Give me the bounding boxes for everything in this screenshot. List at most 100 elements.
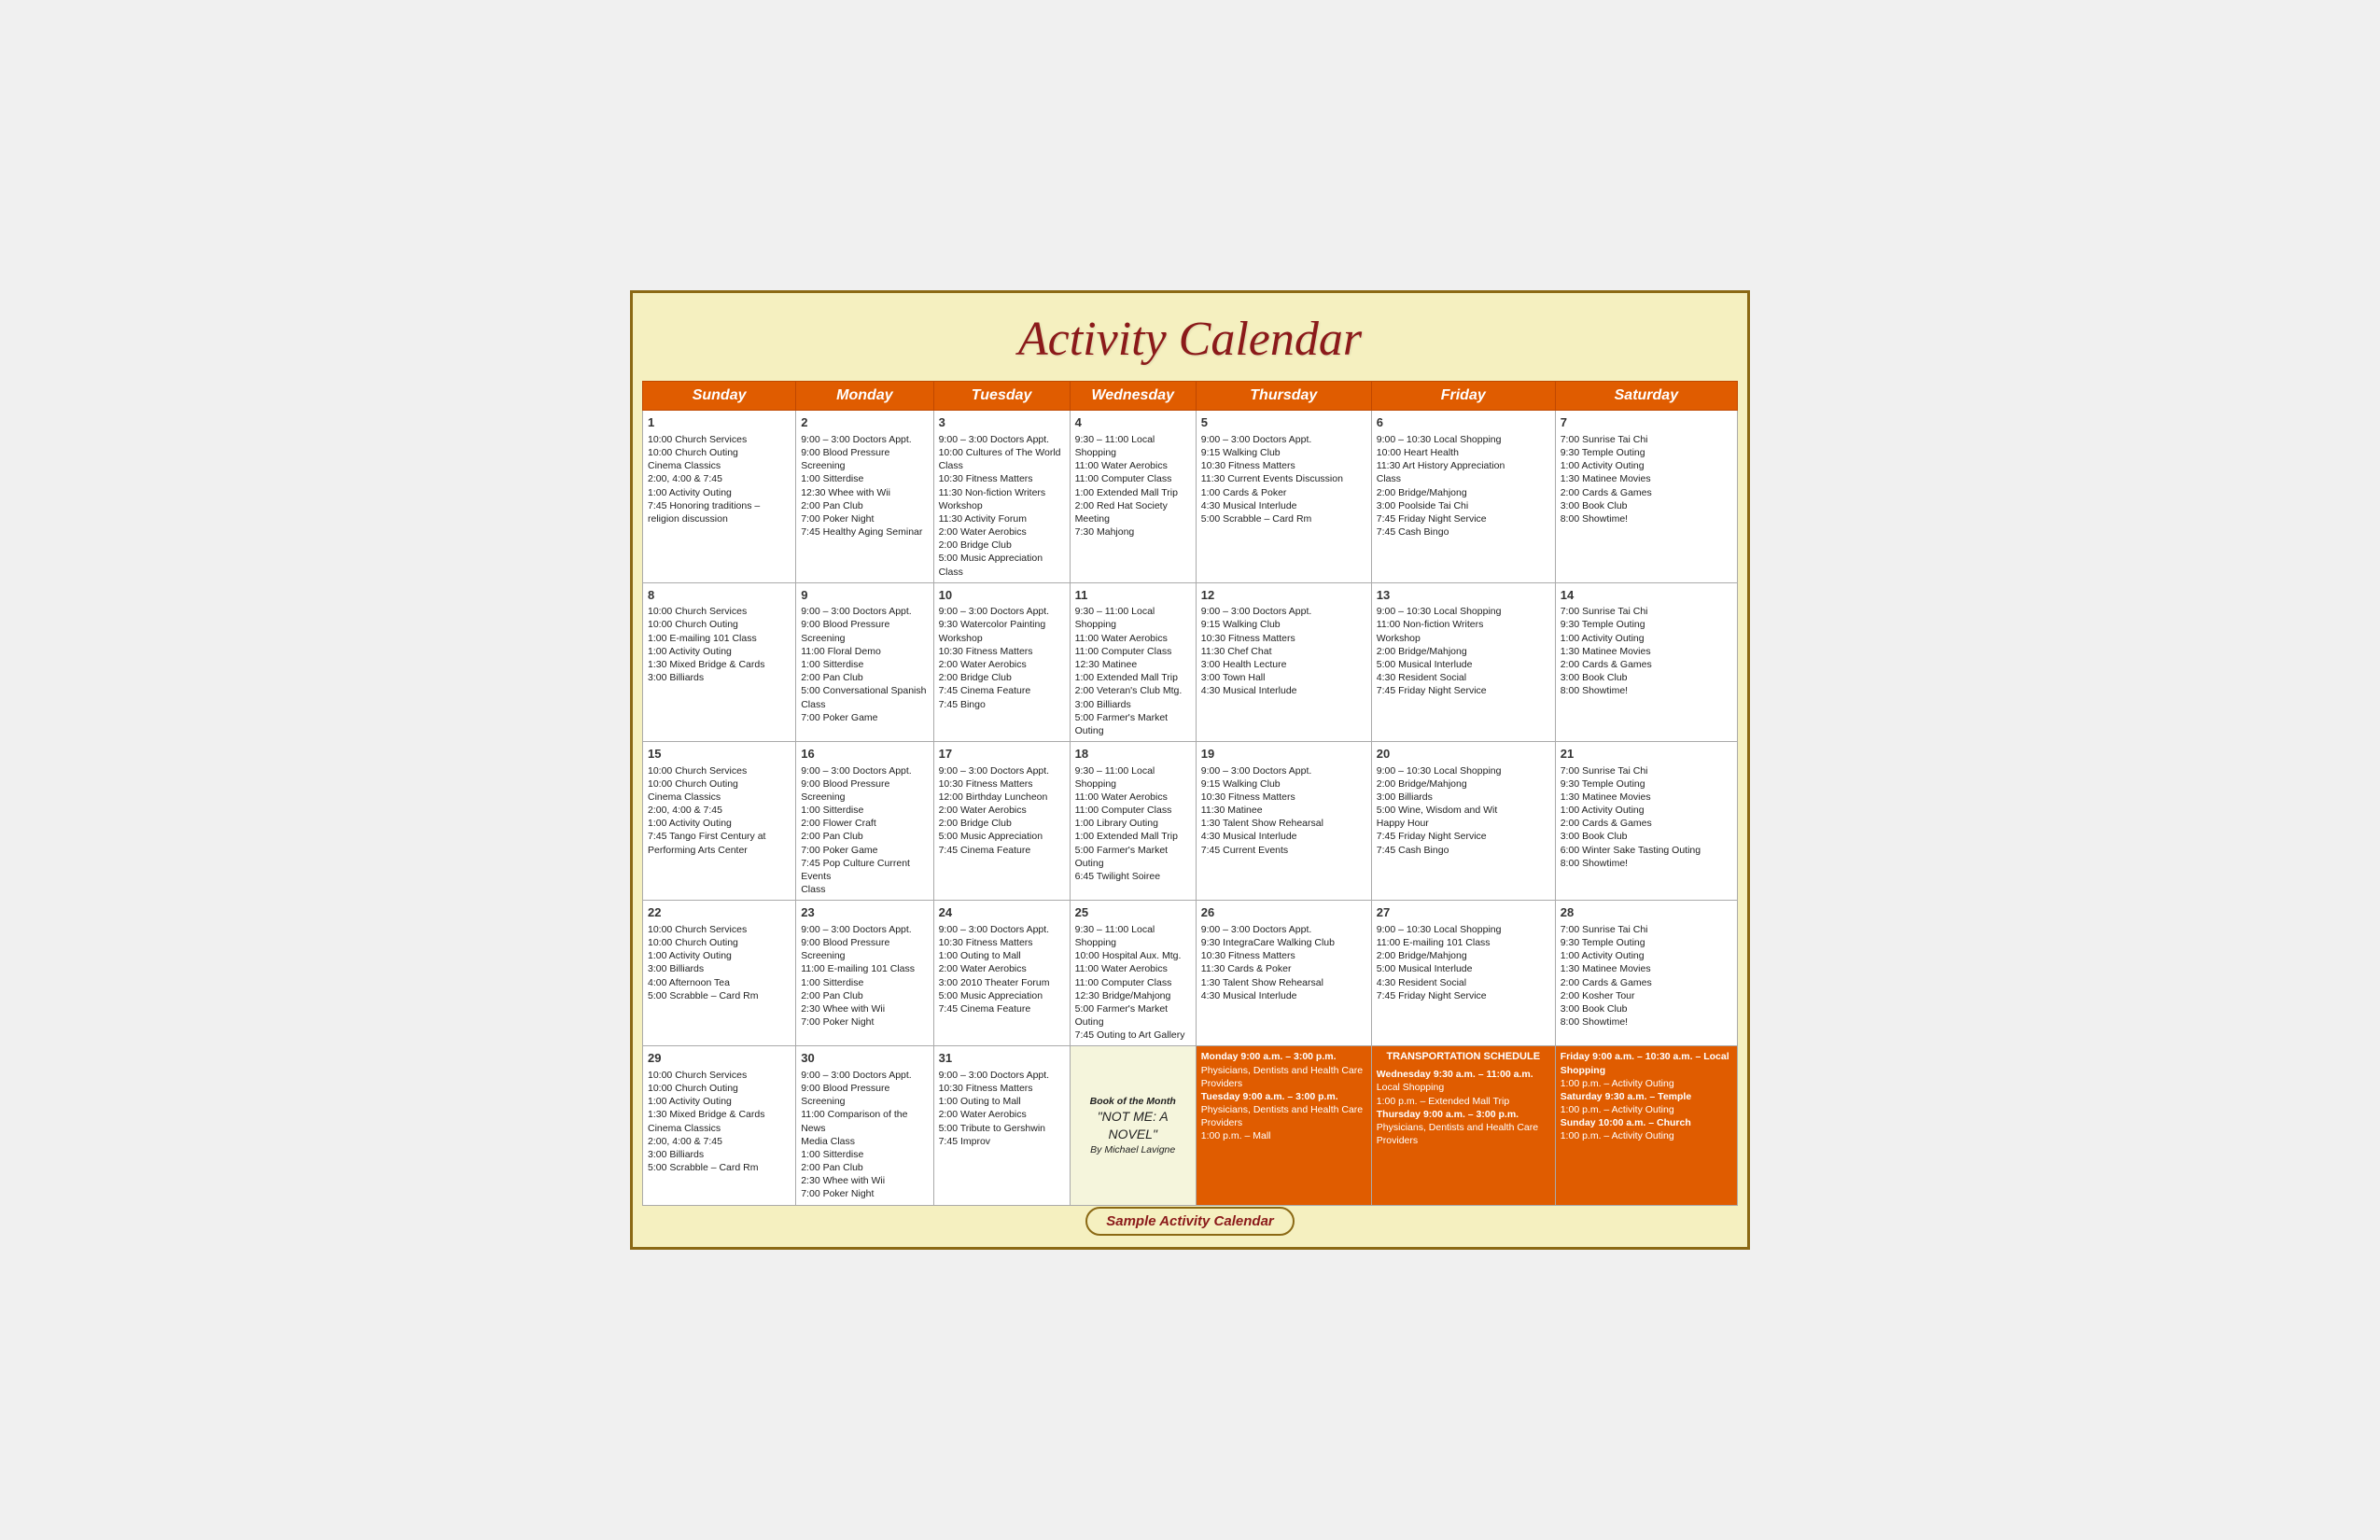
calendar-event: 11:30 Cards & Poker	[1201, 962, 1366, 975]
calendar-event: 9:00 – 10:30 Local Shopping	[1377, 605, 1550, 618]
calendar-event: 5:00 Music Appreciation	[939, 989, 1065, 1002]
calendar-event: 7:00 Poker Game	[801, 844, 928, 857]
calendar-event: 4:30 Musical Interlude	[1201, 684, 1366, 697]
calendar-cell: 269:00 – 3:00 Doctors Appt.9:30 IntegraC…	[1196, 901, 1371, 1046]
day-number: 5	[1201, 414, 1366, 431]
calendar-event: 1:00 Activity Outing	[1561, 632, 1732, 645]
calendar-event: 11:00 Comparison of the News	[801, 1108, 928, 1134]
calendar-event: 7:45 Pop Culture Current Events	[801, 857, 928, 883]
calendar-event: 10:00 Church Outing	[648, 777, 791, 791]
calendar-event: 9:00 – 10:30 Local Shopping	[1377, 923, 1550, 936]
calendar-event: 2:00 Cards & Games	[1561, 817, 1732, 830]
calendar-event: 11:00 Non-fiction Writers	[1377, 618, 1550, 631]
header-day-tuesday: Tuesday	[933, 382, 1070, 411]
calendar-event: Class	[801, 883, 928, 896]
calendar-cell: 249:00 – 3:00 Doctors Appt.10:30 Fitness…	[933, 901, 1070, 1046]
transport-event: 1:00 p.m. – Activity Outing	[1561, 1103, 1732, 1116]
calendar-cell: 189:30 – 11:00 Local Shopping11:00 Water…	[1070, 742, 1196, 901]
calendar-event: Happy Hour	[1377, 817, 1550, 830]
day-number: 20	[1377, 746, 1550, 763]
calendar-event: 2:00 Cards & Games	[1561, 976, 1732, 989]
calendar-cell: 2910:00 Church Services10:00 Church Outi…	[643, 1046, 796, 1205]
header-day-friday: Friday	[1371, 382, 1555, 411]
calendar-event: 7:00 Sunrise Tai Chi	[1561, 764, 1732, 777]
transport-event: Tuesday 9:00 a.m. – 3:00 p.m.	[1201, 1090, 1366, 1103]
calendar-event: 9:00 – 3:00 Doctors Appt.	[801, 433, 928, 446]
calendar-event: 5:00 Wine, Wisdom and Wit	[1377, 804, 1550, 817]
calendar-event: 10:00 Church Services	[648, 1069, 791, 1082]
calendar-event: 9:15 Walking Club	[1201, 618, 1366, 631]
calendar-event: 10:00 Church Services	[648, 433, 791, 446]
calendar-event: 9:30 Temple Outing	[1561, 777, 1732, 791]
calendar-event: 10:00 Hospital Aux. Mtg.	[1075, 949, 1191, 962]
day-number: 24	[939, 904, 1065, 921]
calendar-event: 9:30 IntegraCare Walking Club	[1201, 936, 1366, 949]
calendar-event: 9:30 Watercolor Painting	[939, 618, 1065, 631]
calendar-cell: 169:00 – 3:00 Doctors Appt.9:00 Blood Pr…	[796, 742, 933, 901]
day-number: 19	[1201, 746, 1366, 763]
header-day-sunday: Sunday	[643, 382, 796, 411]
calendar-event: 2:00 Pan Club	[801, 499, 928, 512]
transport-event: Sunday 10:00 a.m. – Church	[1561, 1116, 1732, 1129]
calendar-event: 9:00 – 3:00 Doctors Appt.	[801, 764, 928, 777]
calendar-event: 3:00 Book Club	[1561, 1002, 1732, 1015]
calendar-event: 5:00 Musical Interlude	[1377, 658, 1550, 671]
calendar-event: 11:00 Computer Class	[1075, 804, 1191, 817]
calendar-event: 9:00 – 3:00 Doctors Appt.	[1201, 923, 1366, 936]
calendar-event: 11:00 E-mailing 101 Class	[1377, 936, 1550, 949]
calendar-event: 9:00 – 3:00 Doctors Appt.	[939, 1069, 1065, 1082]
day-number: 21	[1561, 746, 1732, 763]
calendar-event: 9:30 – 11:00 Local Shopping	[1075, 433, 1191, 459]
calendar-event: 10:00 Heart Health	[1377, 446, 1550, 459]
calendar-event: 5:00 Tribute to Gershwin	[939, 1122, 1065, 1135]
calendar-event: 2:00 Pan Club	[801, 989, 928, 1002]
calendar-event: 10:00 Church Outing	[648, 618, 791, 631]
calendar-event: 2:30 Whee with Wii	[801, 1174, 928, 1187]
calendar-event: 7:45 Cinema Feature	[939, 1002, 1065, 1015]
calendar-cell: 217:00 Sunrise Tai Chi9:30 Temple Outing…	[1555, 742, 1737, 901]
calendar-event: 5:00 Farmer's Market Outing	[1075, 1002, 1191, 1029]
calendar-event: 4:30 Musical Interlude	[1201, 989, 1366, 1002]
calendar-event: 10:30 Fitness Matters	[1201, 949, 1366, 962]
calendar-cell: 29:00 – 3:00 Doctors Appt.9:00 Blood Pre…	[796, 411, 933, 582]
calendar-event: 7:45 Cinema Feature	[939, 844, 1065, 857]
calendar-event: 11:30 Current Events Discussion	[1201, 472, 1366, 485]
calendar-cell: 279:00 – 10:30 Local Shopping11:00 E-mai…	[1371, 901, 1555, 1046]
calendar-event: 5:00 Scrabble – Card Rm	[648, 1161, 791, 1174]
day-number: 12	[1201, 587, 1366, 604]
calendar-event: 2:00 Water Aerobics	[939, 804, 1065, 817]
calendar-event: 9:30 Temple Outing	[1561, 618, 1732, 631]
day-number: 17	[939, 746, 1065, 763]
calendar-event: 9:00 Blood Pressure Screening	[801, 1082, 928, 1108]
calendar-event: 1:30 Mixed Bridge & Cards	[648, 1108, 791, 1121]
calendar-event: 2:00 Kosher Tour	[1561, 989, 1732, 1002]
calendar-cell: Friday 9:00 a.m. – 10:30 a.m. – Local Sh…	[1555, 1046, 1737, 1205]
calendar-event: 1:00 Activity Outing	[648, 1095, 791, 1108]
calendar-cell: 287:00 Sunrise Tai Chi9:30 Temple Outing…	[1555, 901, 1737, 1046]
calendar-event: 1:30 Matinee Movies	[1561, 791, 1732, 804]
calendar-event: 11:00 Computer Class	[1075, 472, 1191, 485]
calendar-event: 12:30 Bridge/Mahjong	[1075, 989, 1191, 1002]
calendar-cell: 109:00 – 3:00 Doctors Appt.9:30 Watercol…	[933, 582, 1070, 741]
calendar-cell: 69:00 – 10:30 Local Shopping10:00 Heart …	[1371, 411, 1555, 582]
calendar-cell: 129:00 – 3:00 Doctors Appt.9:15 Walking …	[1196, 582, 1371, 741]
calendar-event: 5:00 Farmer's Market Outing	[1075, 711, 1191, 737]
calendar-event: Workshop	[1377, 632, 1550, 645]
header-day-monday: Monday	[796, 382, 933, 411]
calendar-event: religion discussion	[648, 512, 791, 525]
calendar-event: Cinema Classics	[648, 791, 791, 804]
calendar-event: 2:00 Bridge Club	[939, 817, 1065, 830]
calendar-event: 9:00 – 3:00 Doctors Appt.	[939, 923, 1065, 936]
calendar-event: 11:30 Activity Forum	[939, 512, 1065, 525]
calendar-event: 4:30 Resident Social	[1377, 671, 1550, 684]
day-number: 31	[939, 1050, 1065, 1067]
calendar-event: 2:00 Bridge/Mahjong	[1377, 645, 1550, 658]
footer-label: Sample Activity Calendar	[1085, 1207, 1295, 1236]
calendar-event: 2:00 Pan Club	[801, 830, 928, 843]
calendar-event: 12:30 Matinee	[1075, 658, 1191, 671]
transport-event: Physicians, Dentists and Health Care Pro…	[1201, 1103, 1366, 1129]
day-number: 7	[1561, 414, 1732, 431]
calendar-cell: 199:00 – 3:00 Doctors Appt.9:15 Walking …	[1196, 742, 1371, 901]
calendar-event: 11:30 Chef Chat	[1201, 645, 1366, 658]
calendar-event: 9:30 – 11:00 Local Shopping	[1075, 605, 1191, 631]
